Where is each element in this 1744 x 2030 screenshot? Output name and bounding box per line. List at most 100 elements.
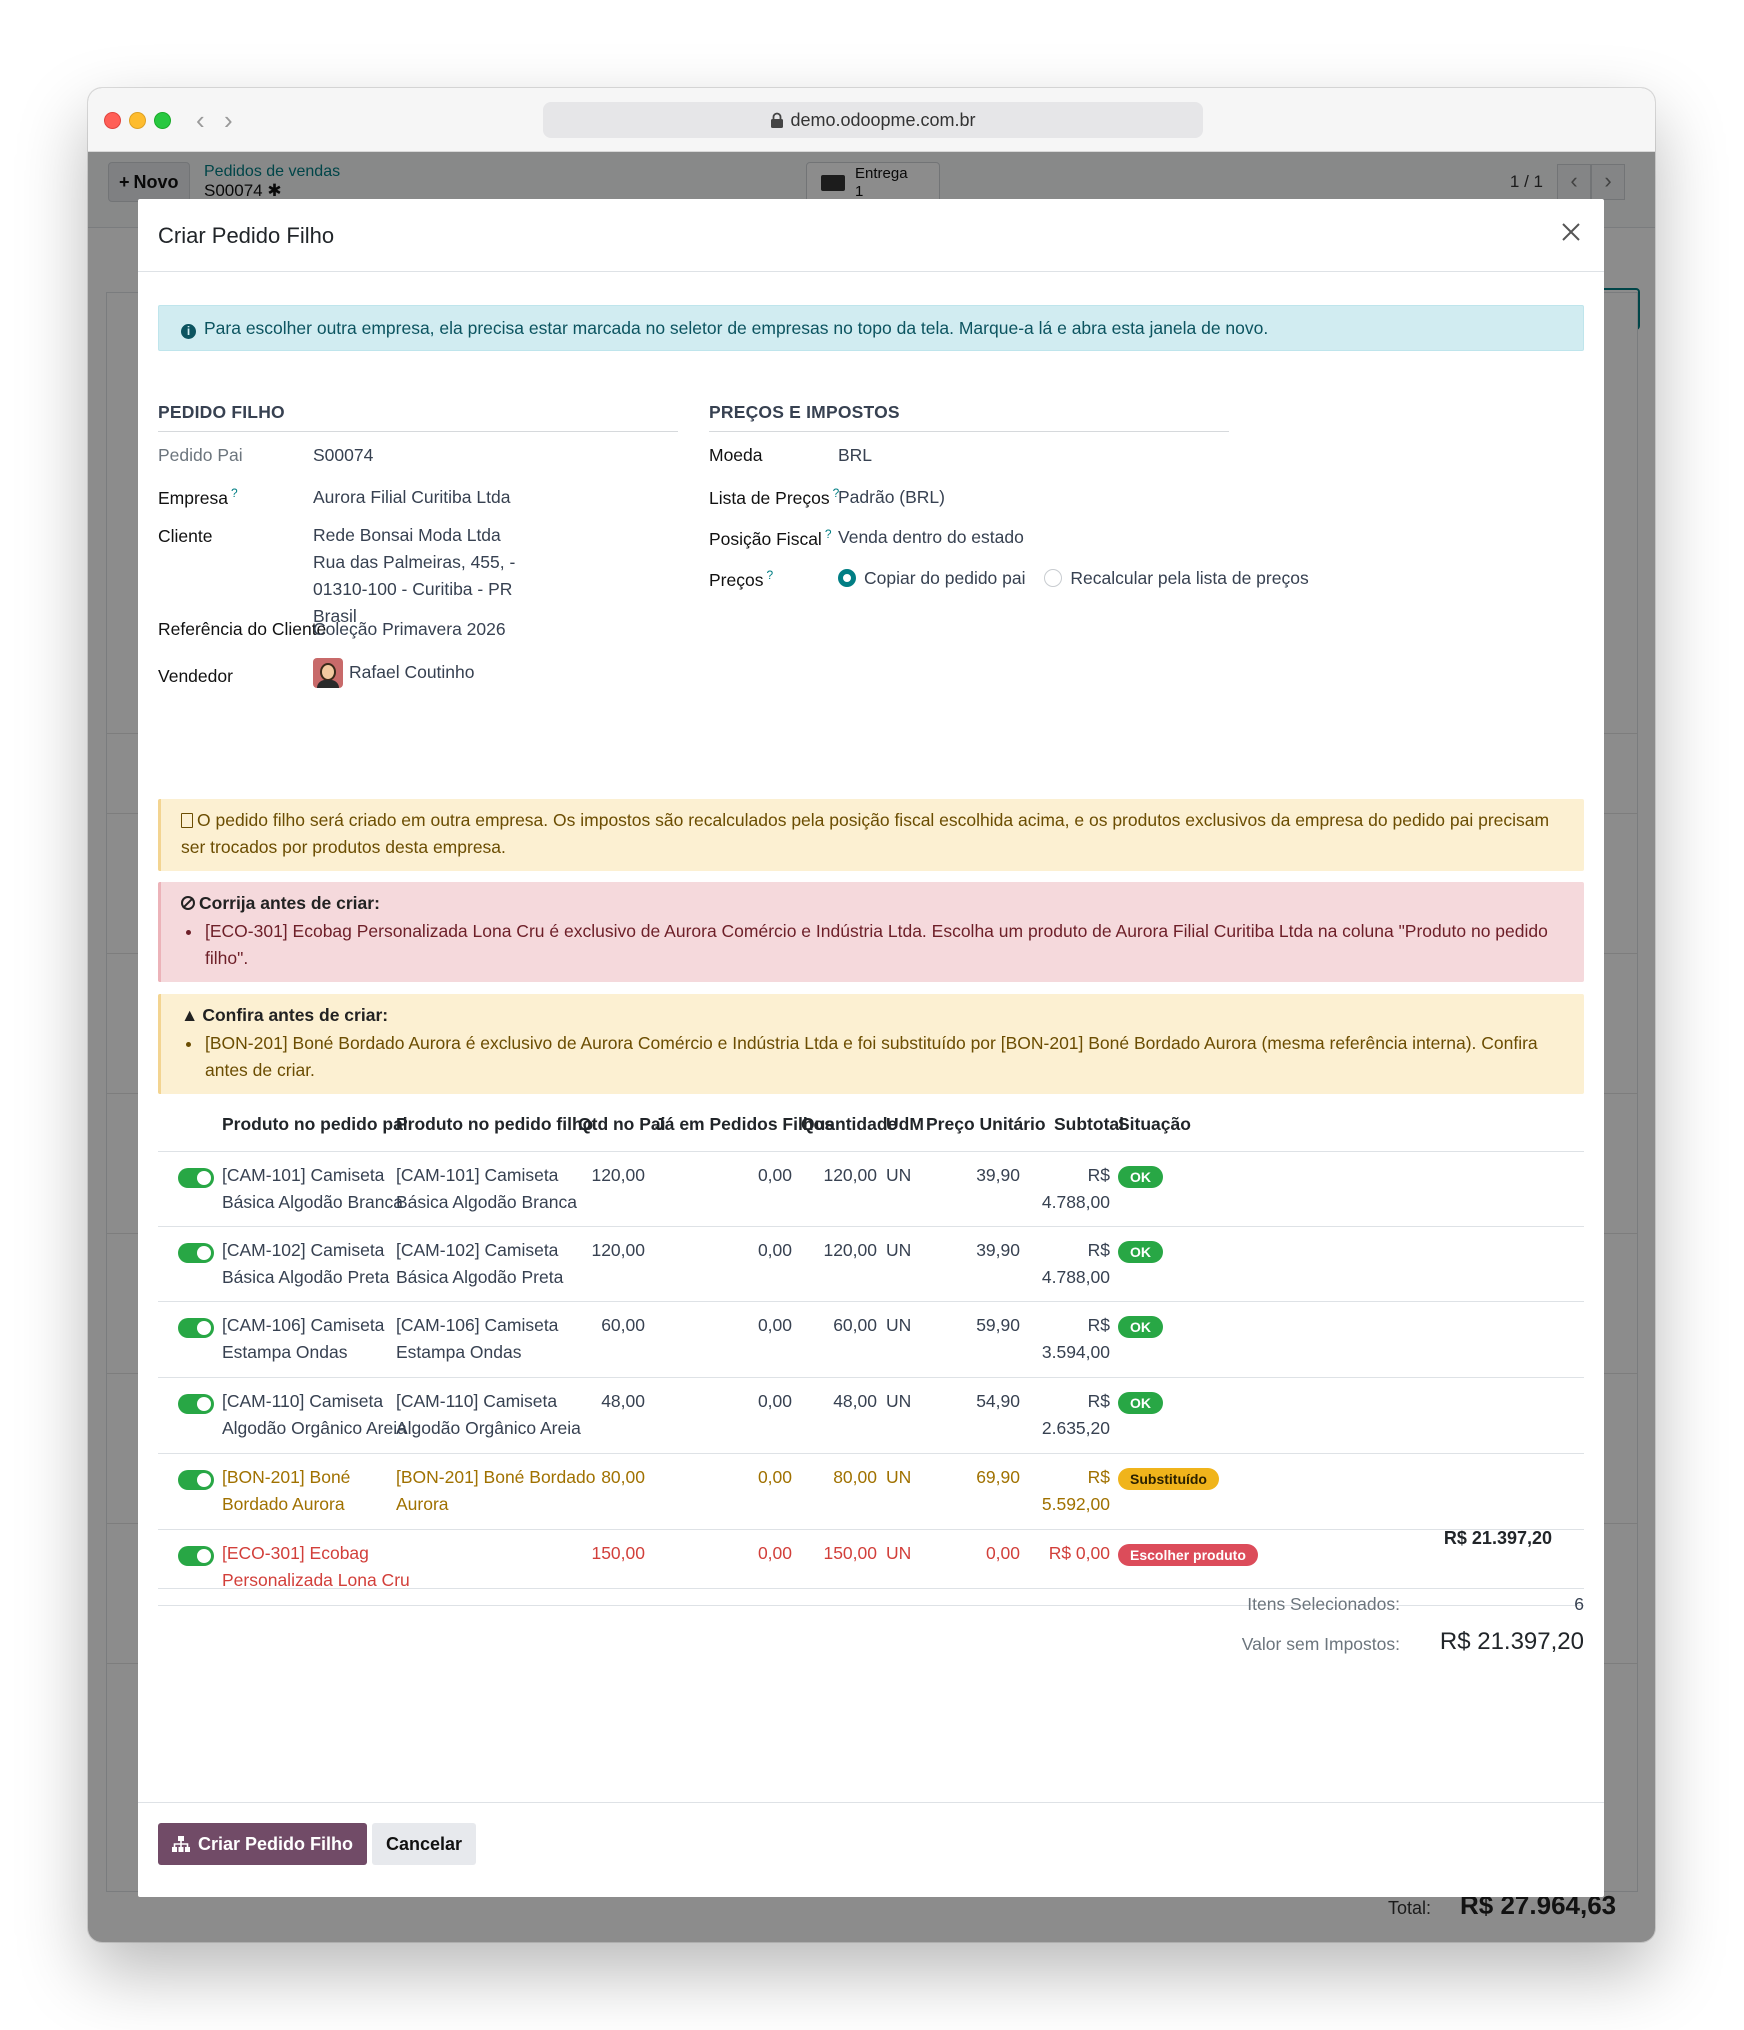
cell-subtotal: R$ 4.788,00 bbox=[1041, 1240, 1110, 1287]
field-value-vendedor[interactable]: Rafael Coutinho bbox=[313, 657, 475, 689]
valor-sem-impostos-value: R$ 21.397,20 bbox=[1439, 1628, 1584, 1655]
cancel-button[interactable]: Cancelar bbox=[372, 1823, 477, 1865]
field-label-referencia: Referência do Cliente bbox=[158, 619, 327, 639]
dialog-footer: Criar Pedido Filho Cancelar bbox=[138, 1802, 1604, 1897]
precos-radio-group: Copiar do pedido pai Recalcular pela lis… bbox=[838, 563, 1309, 593]
cell-quantidade[interactable]: 120,00 bbox=[798, 1162, 877, 1189]
minimize-window-button[interactable] bbox=[129, 112, 146, 129]
field-label-pedido-pai: Pedido Pai bbox=[158, 445, 243, 465]
cell-qtd-pai: 60,00 bbox=[601, 1315, 645, 1335]
field-label-precos: Preços? bbox=[709, 568, 774, 590]
ban-icon bbox=[181, 896, 195, 910]
field-value-pedido-pai: S00074 bbox=[313, 445, 374, 465]
column-header[interactable]: Produto no pedido pai bbox=[222, 1104, 408, 1144]
column-header[interactable]: Subtotal bbox=[1054, 1104, 1124, 1144]
building-icon bbox=[181, 813, 193, 828]
cell-qtd-pai: 150,00 bbox=[591, 1543, 645, 1563]
back-arrow-icon[interactable]: ‹ bbox=[196, 106, 205, 134]
column-header[interactable]: Quantidade bbox=[801, 1104, 897, 1144]
cell-produto-pai: [ECO-301] Ecobag Personalizada Lona Cru bbox=[222, 1543, 410, 1590]
table-row[interactable]: [CAM-102] Camiseta Básica Algodão Preta [… bbox=[158, 1227, 1584, 1302]
cell-preco: 69,90 bbox=[976, 1467, 1020, 1487]
column-header[interactable]: Preço Unitário bbox=[926, 1104, 1046, 1144]
check-before-create-item: [BON-201] Boné Bordado Aurora é exclusiv… bbox=[203, 1030, 1564, 1084]
column-header[interactable]: UdM bbox=[886, 1104, 924, 1144]
cell-udm: UN bbox=[886, 1165, 912, 1185]
vendedor-name: Rafael Coutinho bbox=[349, 662, 475, 682]
company-warning-text: O pedido filho será criado em outra empr… bbox=[181, 810, 1550, 857]
forward-arrow-icon[interactable]: › bbox=[224, 106, 233, 134]
column-header[interactable]: Situação bbox=[1118, 1104, 1191, 1144]
fix-before-create-item: [ECO-301] Ecobag Personalizada Lona Cru … bbox=[203, 918, 1564, 972]
company-warning-alert: O pedido filho será criado em outra empr… bbox=[158, 799, 1584, 871]
cell-quantidade[interactable]: 48,00 bbox=[798, 1388, 877, 1415]
summary-divider bbox=[158, 1588, 1584, 1589]
status-badge: Substituído bbox=[1118, 1468, 1219, 1490]
table-row[interactable]: [CAM-106] Camiseta Estampa Ondas [CAM-106… bbox=[158, 1302, 1584, 1378]
dialog-title: Criar Pedido Filho bbox=[158, 223, 335, 248]
help-icon[interactable]: ? bbox=[766, 568, 773, 582]
cell-quantidade[interactable]: 120,00 bbox=[798, 1237, 877, 1264]
field-label-lista-precos: Lista de Preços? bbox=[709, 486, 840, 508]
url-text: demo.odoopme.com.br bbox=[790, 109, 976, 130]
field-value-posicao-fiscal[interactable]: Venda dentro do estado bbox=[838, 522, 1024, 552]
line-toggle[interactable] bbox=[178, 1168, 214, 1188]
url-bar[interactable]: demo.odoopme.com.br bbox=[543, 102, 1203, 138]
help-icon[interactable]: ? bbox=[231, 486, 238, 500]
section-divider bbox=[158, 431, 678, 432]
check-before-create-title: ▲ Confira antes de criar: bbox=[181, 1005, 389, 1025]
zoom-window-button[interactable] bbox=[154, 112, 171, 129]
create-child-order-button[interactable]: Criar Pedido Filho bbox=[158, 1823, 368, 1865]
line-toggle[interactable] bbox=[178, 1470, 214, 1490]
cell-quantidade[interactable]: 60,00 bbox=[798, 1312, 877, 1339]
table-row[interactable]: [CAM-101] Camiseta Básica Algodão Branca … bbox=[158, 1152, 1584, 1227]
info-alert-text: Para escolher outra empresa, ela precisa… bbox=[204, 318, 1269, 338]
cell-quantidade[interactable]: 150,00 bbox=[798, 1540, 877, 1567]
cell-quantidade[interactable]: 80,00 bbox=[798, 1464, 877, 1491]
radio-copiar-pedido-pai[interactable]: Copiar do pedido pai bbox=[838, 568, 1026, 588]
cancel-button-label: Cancelar bbox=[386, 1833, 463, 1854]
info-icon: i bbox=[181, 324, 196, 339]
lock-icon bbox=[771, 112, 784, 128]
cell-preco: 59,90 bbox=[976, 1315, 1020, 1335]
cell-produto-filho[interactable]: [CAM-106] Camiseta Estampa Ondas bbox=[396, 1312, 558, 1366]
line-toggle[interactable] bbox=[178, 1243, 214, 1263]
cell-produto-filho[interactable]: [CAM-110] Camiseta Algodão Orgânico Areia bbox=[396, 1388, 581, 1442]
status-badge: OK bbox=[1118, 1241, 1163, 1263]
field-value-moeda[interactable]: BRL bbox=[838, 440, 872, 470]
line-toggle[interactable] bbox=[178, 1394, 214, 1414]
itens-selecionados-label: Itens Selecionados: bbox=[1247, 1594, 1400, 1614]
cell-subtotal: R$ 3.594,00 bbox=[1041, 1315, 1110, 1362]
cliente-name[interactable]: Rede Bonsai Moda Ltda bbox=[313, 522, 515, 549]
cell-ja-filhos: 0,00 bbox=[757, 1165, 792, 1185]
cell-udm: UN bbox=[886, 1315, 912, 1335]
table-row[interactable]: [BON-201] Boné Bordado Aurora [BON-201] B… bbox=[158, 1454, 1584, 1530]
column-header[interactable]: Qtd no Pai bbox=[578, 1104, 666, 1144]
column-header[interactable]: Produto no pedido filho bbox=[396, 1104, 593, 1144]
field-label-empresa: Empresa? bbox=[158, 486, 238, 508]
section-divider bbox=[709, 431, 1229, 432]
cell-udm: UN bbox=[886, 1467, 912, 1487]
cell-ja-filhos: 0,00 bbox=[757, 1543, 792, 1563]
line-toggle[interactable] bbox=[178, 1318, 214, 1338]
close-icon[interactable] bbox=[1558, 219, 1584, 245]
field-value-lista-precos[interactable]: Padrão (BRL) bbox=[838, 482, 945, 512]
field-value-empresa[interactable]: Aurora Filial Curitiba Ltda bbox=[313, 482, 510, 512]
help-icon[interactable]: ? bbox=[825, 527, 832, 541]
cell-produto-pai: [BON-201] Boné Bordado Aurora bbox=[222, 1467, 351, 1514]
cell-produto-filho[interactable]: [CAM-102] Camiseta Básica Algodão Preta bbox=[396, 1237, 563, 1291]
cell-produto-filho[interactable]: [CAM-101] Camiseta Básica Algodão Branca bbox=[396, 1162, 577, 1216]
field-value-referencia[interactable]: Coleção Primavera 2026 bbox=[313, 614, 506, 644]
cell-udm: UN bbox=[886, 1240, 912, 1260]
cell-produto-filho-empty[interactable] bbox=[396, 1540, 566, 1590]
cell-subtotal: R$ 0,00 bbox=[1048, 1543, 1110, 1563]
status-badge: OK bbox=[1118, 1316, 1163, 1338]
radio-selected-icon bbox=[838, 569, 856, 587]
close-window-button[interactable] bbox=[104, 112, 121, 129]
radio-recalcular-lista[interactable]: Recalcular pela lista de preços bbox=[1044, 568, 1309, 588]
table-row[interactable]: [CAM-110] Camiseta Algodão Orgânico Areia… bbox=[158, 1378, 1584, 1454]
status-badge: OK bbox=[1118, 1392, 1163, 1414]
field-label-moeda: Moeda bbox=[709, 445, 763, 465]
line-toggle[interactable] bbox=[178, 1546, 214, 1566]
field-label-vendedor: Vendedor bbox=[158, 666, 233, 686]
